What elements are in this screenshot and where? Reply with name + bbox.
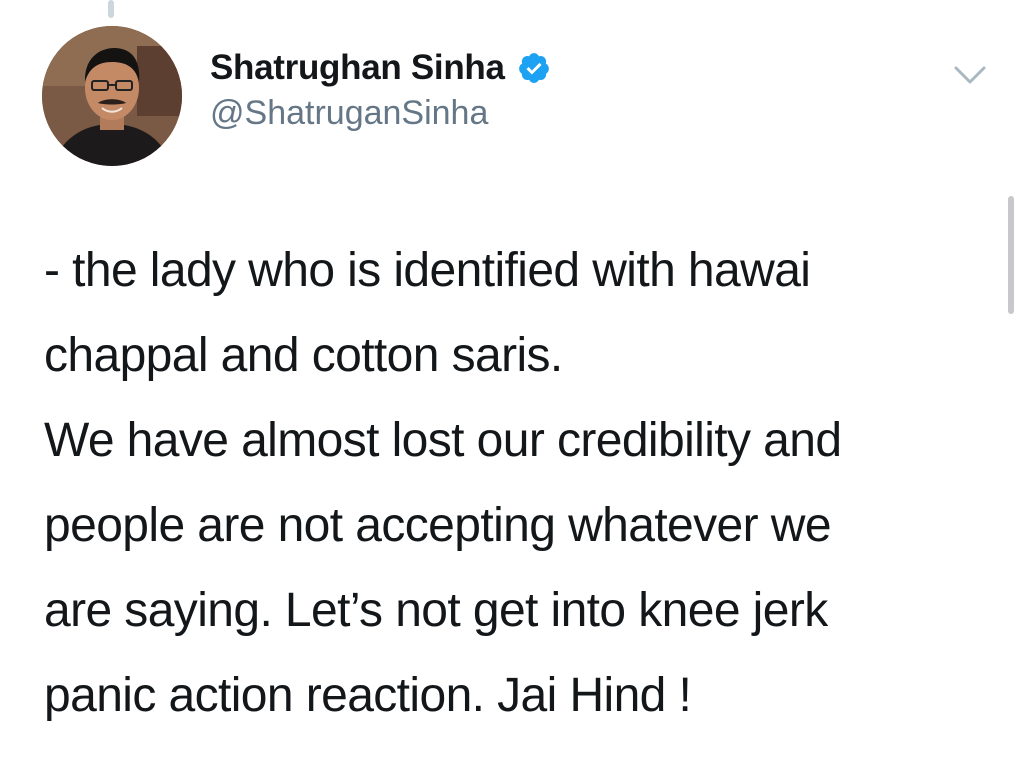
author-display-name[interactable]: Shatrughan Sinha — [210, 48, 505, 88]
tweet-text: - the lady who is identified with hawai … — [44, 228, 994, 738]
tweet-text-line: are saying. Let’s not get into knee jerk — [44, 584, 828, 637]
verified-badge-icon — [517, 51, 551, 85]
avatar-image — [42, 26, 182, 166]
scrollbar[interactable] — [1008, 196, 1014, 314]
chevron-down-icon[interactable] — [948, 60, 992, 90]
author-name-row[interactable]: Shatrughan Sinha — [210, 44, 551, 92]
tweet-text-line: people are not accepting whatever we — [44, 499, 832, 552]
tweet-text-line: We have almost lost our credibility and — [44, 414, 842, 467]
tweet-text-line: - the lady who is identified with hawai — [44, 244, 811, 297]
tweet-text-line: panic action reaction. Jai Hind ! — [44, 669, 692, 722]
thread-connector-line — [108, 0, 114, 18]
author-handle[interactable]: @ShatruganSinha — [210, 94, 488, 133]
avatar[interactable] — [42, 26, 182, 166]
tweet-text-line: chappal and cotton saris. — [44, 329, 563, 382]
